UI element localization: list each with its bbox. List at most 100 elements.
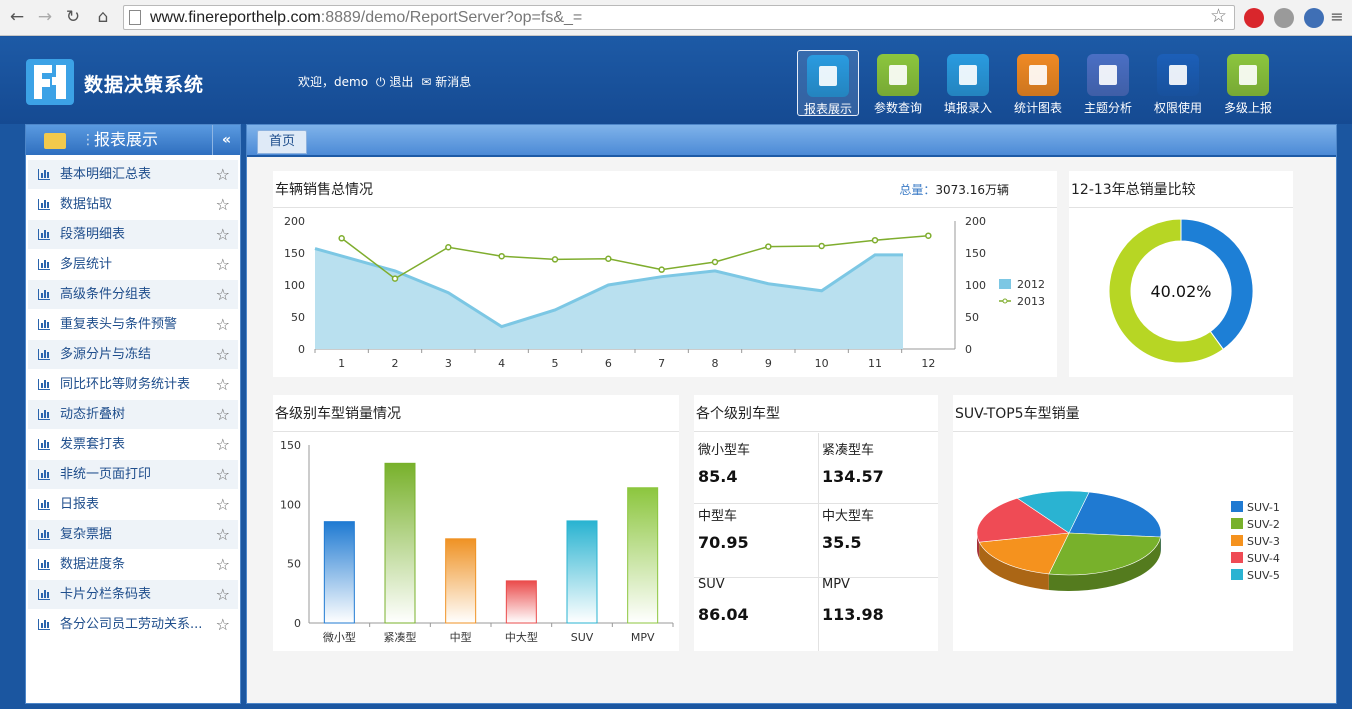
x-tick-label: 12 <box>921 357 935 370</box>
favorite-star-icon[interactable]: ☆ <box>216 610 230 640</box>
favorite-star-icon[interactable]: ☆ <box>216 160 230 190</box>
nav-label: 权限使用 <box>1153 101 1202 115</box>
sidebar-item[interactable]: 数据进度条 ☆ <box>28 550 238 580</box>
panel-divider <box>694 431 938 432</box>
favorite-star-icon[interactable]: ☆ <box>216 310 230 340</box>
bar <box>384 462 416 624</box>
sidebar-item[interactable]: 日报表 ☆ <box>28 490 238 520</box>
sidebar-item[interactable]: 数据钻取 ☆ <box>28 190 238 220</box>
nav-pie-chart[interactable]: 统计图表 <box>1007 50 1069 116</box>
sidebar-item[interactable]: 各分公司员工劳动关系... ☆ <box>28 610 238 640</box>
favorite-star-icon[interactable]: ☆ <box>216 250 230 280</box>
report-icon <box>38 439 50 450</box>
messages-link[interactable]: 新消息 <box>435 75 471 89</box>
nav-hierarchy[interactable]: 多级上报 <box>1217 50 1279 116</box>
nav-report[interactable]: 报表展示 <box>797 50 859 116</box>
sidebar-item[interactable]: 复杂票据 ☆ <box>28 520 238 550</box>
favorite-star-icon[interactable]: ☆ <box>216 520 230 550</box>
report-icon <box>38 559 50 570</box>
sidebar-item[interactable]: 多层统计 ☆ <box>28 250 238 280</box>
sidebar-item[interactable]: 重复表头与条件预警 ☆ <box>28 310 238 340</box>
sidebar-item[interactable]: 动态折叠树 ☆ <box>28 400 238 430</box>
favorite-star-icon[interactable]: ☆ <box>216 220 230 250</box>
report-icon <box>38 319 50 330</box>
favorite-star-icon[interactable]: ☆ <box>216 490 230 520</box>
sales-title: 车辆销售总情况 <box>275 182 373 198</box>
page-icon <box>129 10 141 25</box>
point-2013 <box>658 266 665 273</box>
sidebar-item-label: 发票套打表 <box>60 437 126 452</box>
point-2013 <box>338 235 345 242</box>
collapse-icon[interactable]: « <box>212 125 240 155</box>
favorite-star-icon[interactable]: ☆ <box>216 460 230 490</box>
y-tick-label: 0 <box>294 617 301 630</box>
favorite-star-icon[interactable]: ☆ <box>216 370 230 400</box>
extension-stop-icon[interactable] <box>1244 8 1264 28</box>
favorite-star-icon[interactable]: ☆ <box>216 340 230 370</box>
sales-total: 总量：3073.16万辆 <box>899 181 1009 198</box>
power-icon[interactable]: ⏻ <box>376 75 386 89</box>
report-icon <box>38 289 50 300</box>
favorite-star-icon[interactable]: ☆ <box>216 430 230 460</box>
forward-icon[interactable]: → <box>34 6 56 28</box>
sidebar-item-label: 日报表 <box>60 497 100 512</box>
x-tick-label: 2 <box>392 357 399 370</box>
sidebar-item[interactable]: 基本明细汇总表 ☆ <box>28 160 238 190</box>
y-tick-label: 100 <box>284 279 305 292</box>
sidebar-item[interactable]: 发票套打表 ☆ <box>28 430 238 460</box>
bar <box>445 538 477 624</box>
home-icon[interactable]: ⌂ <box>92 6 114 28</box>
x-tick-label: 5 <box>552 357 559 370</box>
back-icon[interactable]: ← <box>6 6 28 28</box>
address-bar[interactable]: www.finereporthelp.com:8889/demo/ReportS… <box>123 5 1235 30</box>
legend-swatch-2012 <box>999 279 1011 289</box>
sidebar-item-label: 高级条件分组表 <box>60 287 152 302</box>
nav-label: 主题分析 <box>1083 101 1132 115</box>
app-title: 数据决策系统 <box>84 74 205 96</box>
report-icon <box>38 229 50 240</box>
report-icon <box>38 379 50 390</box>
sidebar-item[interactable]: 多源分片与冻结 ☆ <box>28 340 238 370</box>
y-tick-label: 0 <box>298 343 305 356</box>
tab-home[interactable]: 首页 <box>257 130 307 154</box>
report-icon <box>38 349 50 360</box>
sidebar-item-label: 同比环比等财务统计表 <box>60 377 191 392</box>
sidebar-item[interactable]: 段落明细表 ☆ <box>28 220 238 250</box>
sidebar-item[interactable]: 非统一页面打印 ☆ <box>28 460 238 490</box>
legend-swatch <box>1231 535 1243 546</box>
extension-sync-icon[interactable] <box>1304 8 1324 28</box>
favorite-star-icon[interactable]: ☆ <box>216 190 230 220</box>
menu-icon[interactable]: ≡ <box>1326 6 1348 28</box>
favorite-star-icon[interactable]: ☆ <box>216 580 230 610</box>
suv-pie-chart: SUV-1 SUV-2 SUV-3 SUV-4 SUV-5 <box>976 490 1280 591</box>
tag-icon <box>947 54 989 96</box>
y-tick-label: 100 <box>280 498 301 511</box>
y2-tick-label: 150 <box>965 247 986 260</box>
grid-divider <box>694 577 938 578</box>
reload-icon[interactable]: ↻ <box>62 6 84 28</box>
legend-label: SUV-4 <box>1247 552 1280 565</box>
mail-icon[interactable]: ✉ <box>421 75 431 89</box>
x-tick-label: 紧凑型 <box>384 630 417 644</box>
bookmark-star-icon[interactable]: ☆ <box>1210 5 1227 27</box>
nav-lock[interactable]: 权限使用 <box>1147 50 1209 116</box>
nav-tag[interactable]: 填报录入 <box>937 50 999 116</box>
cross-icon <box>1087 54 1129 96</box>
tab-bar: 首页 <box>247 125 1336 157</box>
favorite-star-icon[interactable]: ☆ <box>216 550 230 580</box>
x-tick-label: 微小型 <box>323 630 356 644</box>
extension-globe-icon[interactable] <box>1274 8 1294 28</box>
sidebar-item[interactable]: 高级条件分组表 ☆ <box>28 280 238 310</box>
logout-link[interactable]: 退出 <box>389 75 413 89</box>
nav-cross[interactable]: 主题分析 <box>1077 50 1139 116</box>
nav-search[interactable]: 参数查询 <box>867 50 929 116</box>
report-icon <box>38 469 50 480</box>
search-icon <box>877 54 919 96</box>
favorite-star-icon[interactable]: ☆ <box>216 400 230 430</box>
sidebar-item[interactable]: 卡片分栏条码表 ☆ <box>28 580 238 610</box>
sidebar-item-label: 卡片分栏条码表 <box>60 587 152 602</box>
sidebar-title: 报表展示 <box>94 130 159 149</box>
sidebar-item-label: 多层统计 <box>60 257 113 272</box>
sidebar-item[interactable]: 同比环比等财务统计表 ☆ <box>28 370 238 400</box>
favorite-star-icon[interactable]: ☆ <box>216 280 230 310</box>
